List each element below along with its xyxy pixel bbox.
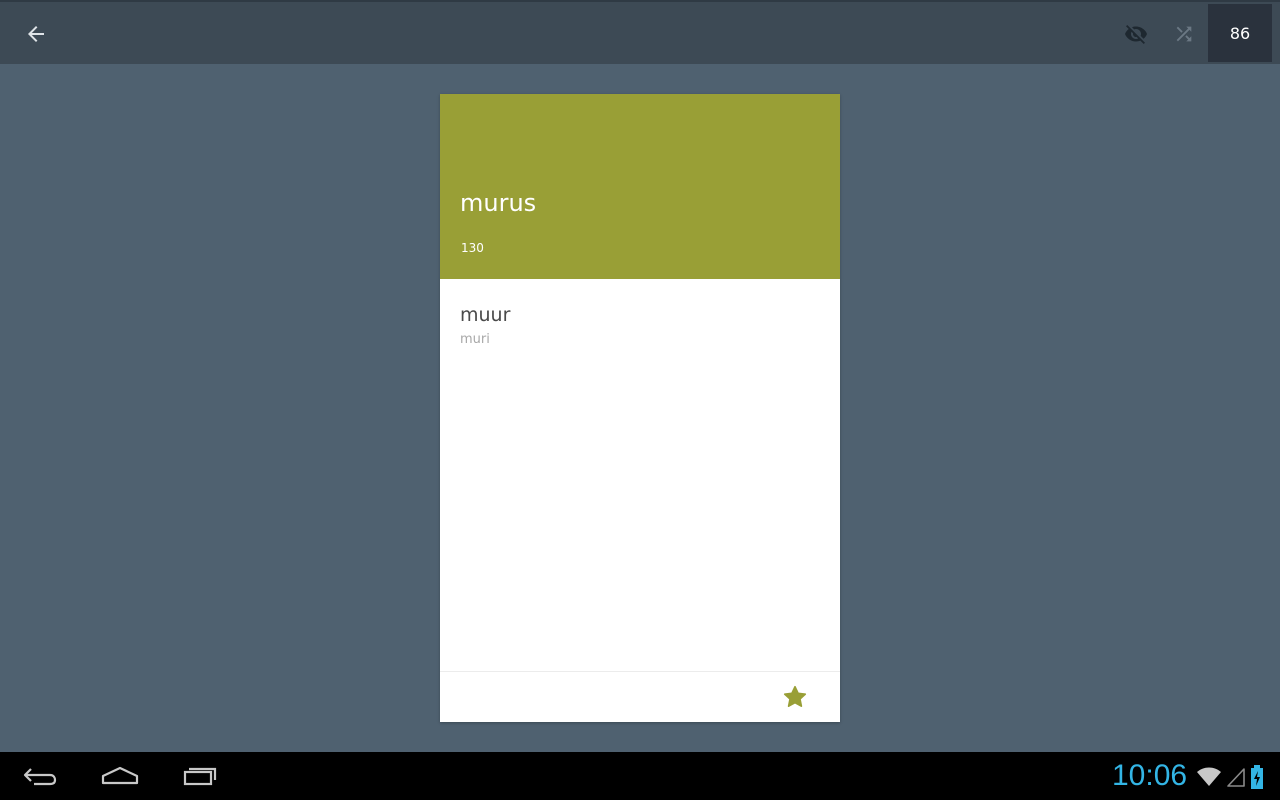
system-nav-bar: 10:06: [0, 752, 1280, 800]
card-term: murus: [460, 189, 537, 217]
back-icon: [22, 765, 58, 787]
status-clock: 10:06: [1112, 759, 1188, 792]
back-button[interactable]: [12, 10, 60, 58]
card-number: 130: [461, 241, 484, 255]
app-bar: 86: [0, 0, 1280, 64]
favorite-button[interactable]: [771, 681, 819, 713]
battery-charging-icon: [1250, 765, 1264, 789]
signal-icon: [1226, 766, 1246, 788]
wifi-icon: [1196, 766, 1222, 788]
system-home-button[interactable]: [80, 752, 160, 800]
card-body: muur muri: [440, 279, 840, 671]
recents-icon: [182, 765, 218, 787]
system-back-button[interactable]: [0, 752, 80, 800]
shuffle-icon: [1173, 23, 1195, 45]
card-translation-secondary: muri: [460, 332, 490, 347]
system-recents-button[interactable]: [160, 752, 240, 800]
arrow-left-icon: [24, 22, 48, 46]
shuffle-button[interactable]: [1160, 10, 1208, 58]
card-counter: 86: [1208, 4, 1272, 62]
card-translation: muur: [460, 304, 511, 326]
hide-button[interactable]: [1112, 10, 1160, 58]
card-header: murus 130: [440, 94, 840, 279]
star-icon: [782, 684, 808, 710]
home-icon: [101, 765, 139, 787]
eye-off-icon: [1124, 22, 1148, 46]
flashcard[interactable]: murus 130 muur muri: [440, 94, 840, 722]
app-window: 86 murus 130 muur muri: [0, 0, 1280, 752]
status-icons: [1196, 765, 1268, 789]
card-footer: [440, 671, 840, 722]
